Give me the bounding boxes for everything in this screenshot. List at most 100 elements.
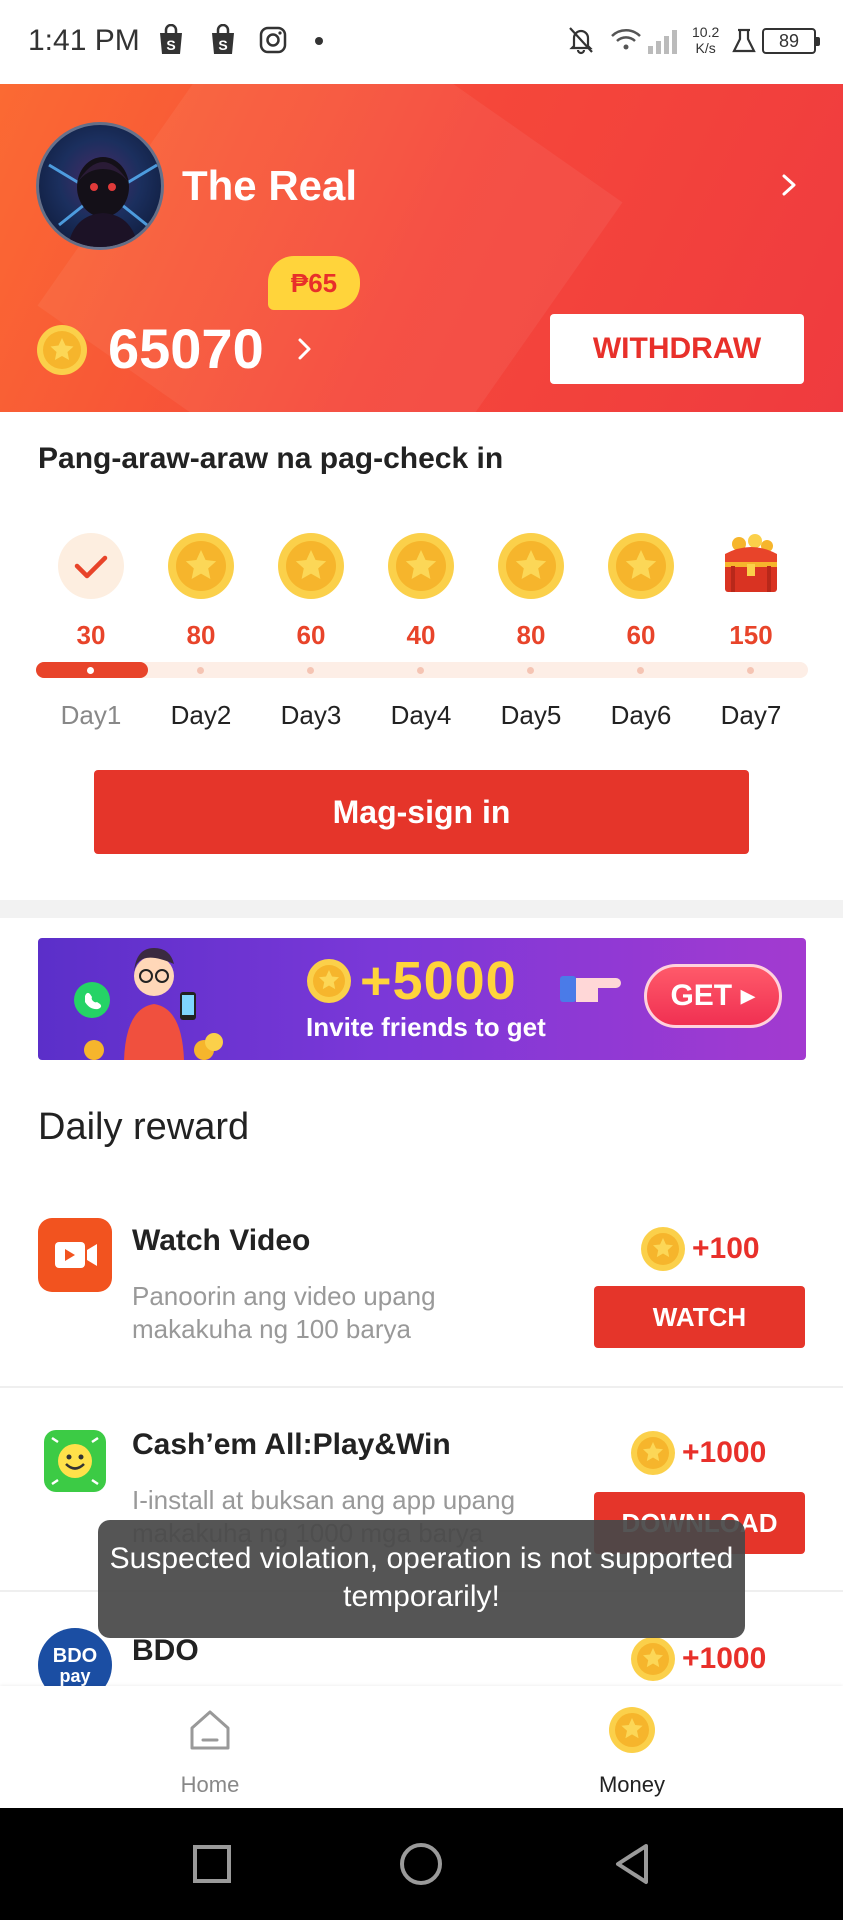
speed-unit: K/s	[695, 40, 716, 56]
invite-reward-amount: +5000	[360, 951, 517, 1011]
day-label: Day2	[170, 700, 232, 730]
daily-reward-title: Daily reward	[38, 1106, 250, 1148]
reward-item-title: Watch Video	[132, 1224, 311, 1257]
checkin-day-4[interactable]: 40 Day4	[366, 532, 476, 732]
peso-value-badge: ₱65	[268, 256, 360, 310]
profile-header: The Real ₱65 65070 WITHDRAW	[0, 84, 843, 412]
system-navigation-bar	[0, 1808, 843, 1920]
dot-icon	[315, 37, 323, 45]
checkin-day-7[interactable]: 150 Day7	[696, 532, 806, 732]
reward-amount: +1000	[682, 1436, 767, 1469]
nav-home[interactable]: Home	[110, 1686, 310, 1808]
coin-icon	[641, 1227, 685, 1271]
recents-button-icon[interactable]	[186, 1838, 238, 1890]
progress-dot	[87, 667, 94, 674]
bottom-navigation: Home Money	[0, 1686, 843, 1808]
day-label: Day3	[280, 700, 342, 730]
day-reward-value: 60	[626, 620, 656, 650]
bell-off-icon	[569, 27, 593, 55]
network-speed: 10.2 K/s	[692, 24, 719, 56]
day-reward-value: 40	[406, 620, 436, 650]
day-label: Day4	[390, 700, 452, 730]
day-label: Day5	[500, 700, 562, 730]
avatar[interactable]	[36, 122, 164, 250]
coin-icon	[37, 325, 87, 375]
day-reward-value: 80	[186, 620, 216, 650]
coin-icon	[631, 1431, 675, 1475]
reward-item-desc: Panoorin ang video upang makakuha ng 100…	[132, 1281, 436, 1344]
shopping-bag-icon: S	[160, 24, 182, 54]
day-reward-value: 60	[296, 620, 326, 650]
checkin-day-5[interactable]: 80 Day5	[476, 532, 586, 732]
checkin-day-2[interactable]: 80 Day2	[146, 532, 256, 732]
coin-icon	[609, 1707, 655, 1753]
violation-toast: Suspected violation, operation is not su…	[98, 1520, 745, 1638]
coin-icon	[278, 533, 344, 599]
day-reward-value: 30	[76, 620, 106, 650]
bdo-pay-icon: BDO pay	[38, 1628, 112, 1686]
battery-indicator: 89	[762, 28, 820, 54]
username[interactable]: The Real	[182, 162, 357, 210]
nav-label: Home	[180, 1772, 240, 1797]
video-icon	[38, 1218, 112, 1292]
coin-icon	[388, 533, 454, 599]
day-label: Day7	[720, 700, 782, 730]
day-label: Day6	[610, 700, 672, 730]
status-time: 1:41 PM	[28, 24, 140, 57]
home-button-icon[interactable]	[395, 1838, 447, 1890]
day-label: Day1	[60, 700, 122, 730]
svg-text:S: S	[166, 37, 175, 53]
watch-button[interactable]: WATCH	[594, 1286, 805, 1348]
invite-friends-banner[interactable]: +5000 Invite friends to get GET ▸	[38, 938, 806, 1060]
progress-dot	[527, 667, 534, 674]
coin-icon	[631, 1637, 675, 1681]
checkin-day-3[interactable]: 60 Day3	[256, 532, 366, 732]
pointing-hand-icon	[560, 976, 621, 1002]
checkin-day-1[interactable]: 30 Day1	[36, 532, 146, 732]
checkin-day-6[interactable]: 60 Day6	[586, 532, 696, 732]
speed-value: 10.2	[692, 24, 720, 40]
status-bar: 1:41 PM S S 10.2 K/s 89	[0, 0, 843, 84]
cashem-app-icon	[44, 1430, 106, 1492]
bdo-pay-logo: BDO pay	[53, 1645, 97, 1686]
avatar-image	[48, 157, 158, 247]
withdraw-button[interactable]: WITHDRAW	[550, 314, 804, 384]
progress-dot	[747, 667, 754, 674]
daily-checkin-card: Pang-araw-araw na pag-check in 30 Day1 8…	[0, 412, 843, 900]
reward-item-watch-video: Watch Video Panoorin ang video upang mak…	[0, 1196, 843, 1386]
sign-in-button[interactable]: Mag-sign in	[94, 770, 749, 854]
back-button-icon[interactable]	[606, 1838, 658, 1890]
check-icon	[58, 533, 124, 599]
coin-balance[interactable]: 65070	[108, 316, 264, 381]
get-button[interactable]: GET ▸	[644, 964, 782, 1028]
checkin-title: Pang-araw-araw na pag-check in	[38, 442, 504, 475]
day-reward-value: 150	[729, 620, 773, 650]
chevron-right-icon[interactable]	[778, 170, 800, 200]
svg-text:pay: pay	[59, 1666, 90, 1686]
checkin-days: 30 Day1 80 Day2 60 Day3 40 Day4 80 Day5 …	[36, 532, 808, 732]
progress-dot	[417, 667, 424, 674]
reward-amount: +100	[692, 1232, 760, 1265]
reward-amount: +1000	[682, 1642, 767, 1675]
progress-dot	[197, 667, 204, 674]
coin-icon	[498, 533, 564, 599]
checkin-progress-bar	[36, 662, 808, 678]
coin-icon	[168, 533, 234, 599]
nav-money[interactable]: Money	[532, 1686, 732, 1808]
treasure-chest-icon	[725, 534, 777, 592]
instagram-icon	[259, 26, 287, 54]
reward-item-title: Cash’em All:Play&Win	[132, 1428, 451, 1461]
shopping-bag-icon: S	[212, 24, 234, 54]
chevron-right-icon[interactable]	[296, 336, 314, 362]
home-icon	[190, 1710, 230, 1750]
nav-label: Money	[598, 1772, 666, 1797]
section-divider	[0, 900, 843, 918]
svg-text:S: S	[218, 37, 227, 53]
flask-icon	[732, 28, 756, 53]
invite-subtitle: Invite friends to get	[306, 1012, 546, 1042]
progress-dot	[637, 667, 644, 674]
coin-icon	[307, 959, 351, 1003]
wifi-signal-icon	[611, 29, 677, 54]
coin-icon	[608, 533, 674, 599]
invite-person-illustration	[74, 948, 223, 1060]
